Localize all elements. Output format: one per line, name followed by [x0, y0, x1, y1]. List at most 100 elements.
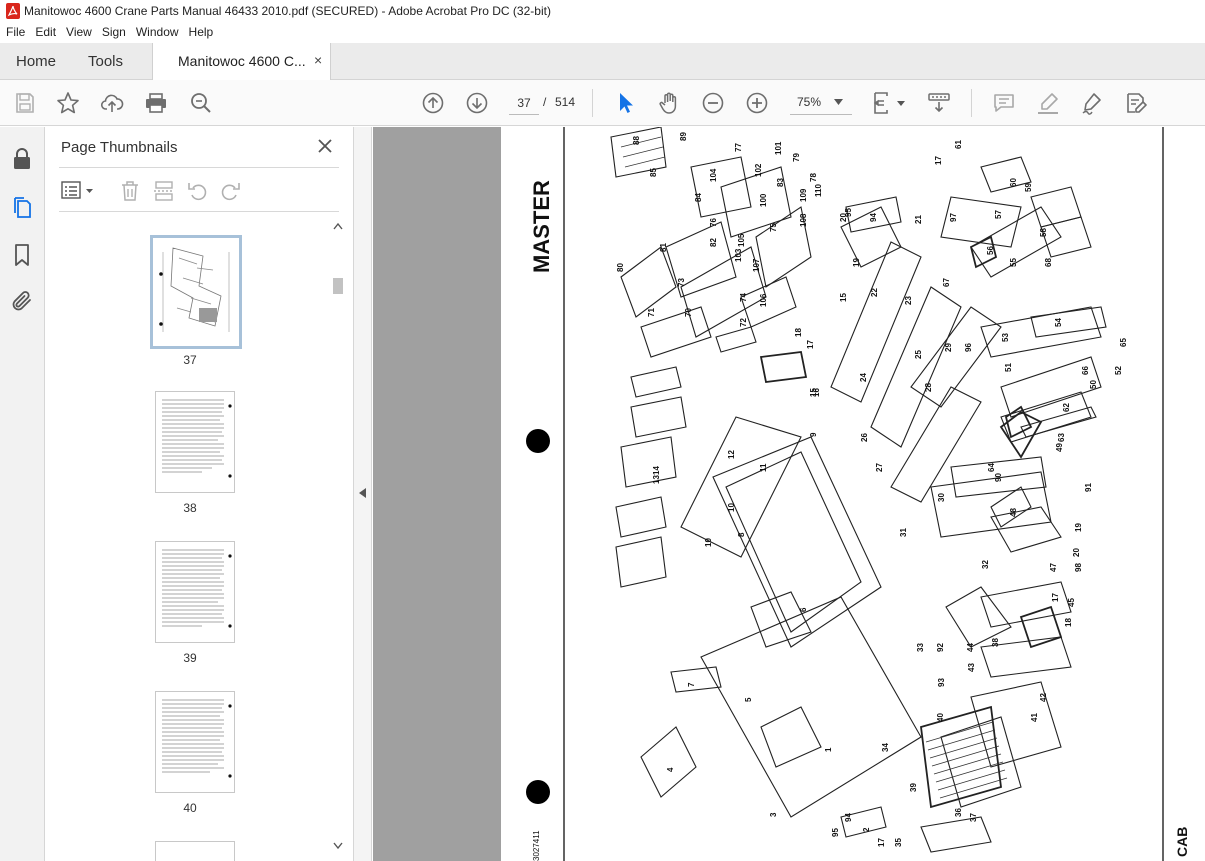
part-callout-number: 6 [799, 607, 808, 612]
next-page-icon[interactable] [465, 91, 489, 115]
part-callout-number: 41 [1030, 713, 1039, 722]
part-callout-number: 7 [687, 682, 696, 687]
part-callout-number: 103 [734, 248, 743, 262]
pdf-page: MASTER CAB 3027411 89 88 77 101 79 85 10… [501, 127, 1205, 861]
part-callout-number: 31 [899, 528, 908, 537]
scrolling-mode-icon[interactable] [927, 91, 951, 115]
part-callout-number: 75 [769, 223, 778, 232]
part-callout-number: 110 [814, 184, 823, 197]
close-panel-icon[interactable] [316, 137, 334, 155]
thumbnail-page[interactable] [155, 841, 235, 861]
part-callout-number: 53 [1001, 333, 1010, 342]
menu-sign[interactable]: Sign [97, 22, 131, 43]
document-view[interactable]: MASTER CAB 3027411 89 88 77 101 79 85 10… [373, 127, 1205, 861]
menu-file[interactable]: File [0, 22, 30, 43]
thumbnail-image [162, 399, 232, 478]
page-total: 514 [555, 95, 576, 109]
zoom-out-icon[interactable] [701, 91, 725, 115]
part-callout-number: 35 [894, 838, 903, 847]
part-callout-number: 48 [1009, 508, 1018, 517]
part-callout-number: 63 [1057, 433, 1066, 442]
hand-tool-icon[interactable] [657, 91, 681, 115]
part-callout-number: 50 [1089, 380, 1098, 389]
page-number-input[interactable] [509, 91, 539, 115]
tab-home[interactable]: Home [16, 53, 56, 70]
page-fit-icon[interactable] [872, 91, 906, 115]
upload-cloud-icon[interactable] [100, 91, 124, 115]
part-callout-number: 98 [1074, 563, 1083, 572]
part-callout-number: 32 [981, 560, 990, 569]
select-cursor-icon[interactable] [614, 91, 638, 115]
corner-label: CAB [1174, 827, 1190, 857]
part-callout-number: 18 [1064, 618, 1073, 627]
part-callout-number: 36 [954, 808, 963, 817]
scroll-down-icon[interactable] [333, 842, 343, 850]
thumbnail-scrollbar[interactable] [330, 220, 346, 860]
menu-help[interactable]: Help [184, 22, 219, 43]
print-icon[interactable] [144, 91, 168, 115]
part-callout-number: 78 [809, 173, 818, 182]
part-callout-number: 105 [737, 233, 746, 247]
menu-view[interactable]: View [61, 22, 97, 43]
previous-page-icon[interactable] [421, 91, 445, 115]
part-callout-number: 21 [914, 215, 923, 224]
thumbnail-options-icon[interactable] [61, 180, 95, 202]
scroll-up-icon[interactable] [333, 222, 343, 230]
search-zoom-icon[interactable] [189, 91, 213, 115]
exploded-parts-diagram: MASTER CAB 3027411 898877 1017985 104831… [526, 127, 1190, 861]
menu-edit[interactable]: Edit [30, 22, 61, 43]
part-callout-number: 34 [881, 743, 890, 752]
part-callout-number: 104 [709, 168, 718, 182]
thumbnail-image [162, 699, 232, 778]
part-callout-number: 108 [799, 213, 808, 227]
radiator-hatching [620, 136, 1008, 799]
thumbnail-page[interactable] [155, 541, 235, 643]
rotate-right-icon[interactable] [219, 180, 241, 202]
part-callout-number: 23 [904, 296, 913, 305]
part-callout-number: 16 [812, 388, 821, 397]
part-callout-number: 68 [1044, 258, 1053, 267]
part-callout-number: 66 [1081, 366, 1090, 375]
highlight-pen-icon[interactable] [1036, 91, 1060, 115]
part-callout-number: 71 [647, 308, 656, 317]
attachments-paperclip-icon[interactable] [10, 289, 34, 313]
part-callout-number: 56 [986, 246, 995, 255]
extract-pages-icon[interactable] [153, 180, 175, 202]
bookmark-star-icon[interactable] [56, 91, 80, 115]
part-callout-number: 55 [1009, 258, 1018, 267]
page-thumbnails-icon[interactable] [10, 195, 34, 219]
part-callout-number: 17 [877, 838, 886, 847]
tab-tools[interactable]: Tools [88, 53, 123, 70]
tab-document[interactable]: Manitowoc 4600 C... × [152, 43, 331, 80]
scrollbar-thumb[interactable] [333, 278, 343, 294]
part-callout-number: 10 [727, 503, 736, 512]
thumbnail-page-number: 38 [183, 501, 197, 515]
part-callout-number: 15 [839, 293, 848, 302]
thumbnail-page[interactable] [150, 235, 242, 349]
zoom-level-select[interactable]: 75% [790, 91, 852, 115]
security-lock-icon[interactable] [10, 147, 34, 171]
bookmarks-icon[interactable] [10, 243, 34, 267]
comment-icon[interactable] [992, 91, 1016, 115]
menu-window[interactable]: Window [131, 22, 184, 43]
delete-page-icon[interactable] [119, 180, 141, 202]
part-callout-number: 4 [666, 767, 675, 772]
part-callout-number: 57 [994, 210, 1003, 219]
binder-hole [526, 429, 550, 453]
thumbnail-page[interactable] [155, 691, 235, 793]
part-callout-number: 100 [759, 193, 768, 207]
rotate-left-icon[interactable] [187, 180, 209, 202]
panel-divider [59, 211, 339, 212]
part-callout-number: 45 [1067, 598, 1076, 607]
fill-sign-icon[interactable] [1080, 91, 1104, 115]
tab-close-icon[interactable]: × [314, 52, 322, 68]
save-icon[interactable] [13, 91, 37, 115]
thumbnail-page-number: 40 [183, 801, 197, 815]
collapse-panel-handle[interactable] [353, 127, 372, 861]
thumbnail-page[interactable] [155, 391, 235, 493]
zoom-in-icon[interactable] [745, 91, 769, 115]
edit-pdf-icon[interactable] [1124, 91, 1148, 115]
part-callout-number: 1 [824, 747, 833, 752]
part-callout-number: 85 [649, 168, 658, 177]
part-callout-number: 107 [752, 258, 761, 272]
